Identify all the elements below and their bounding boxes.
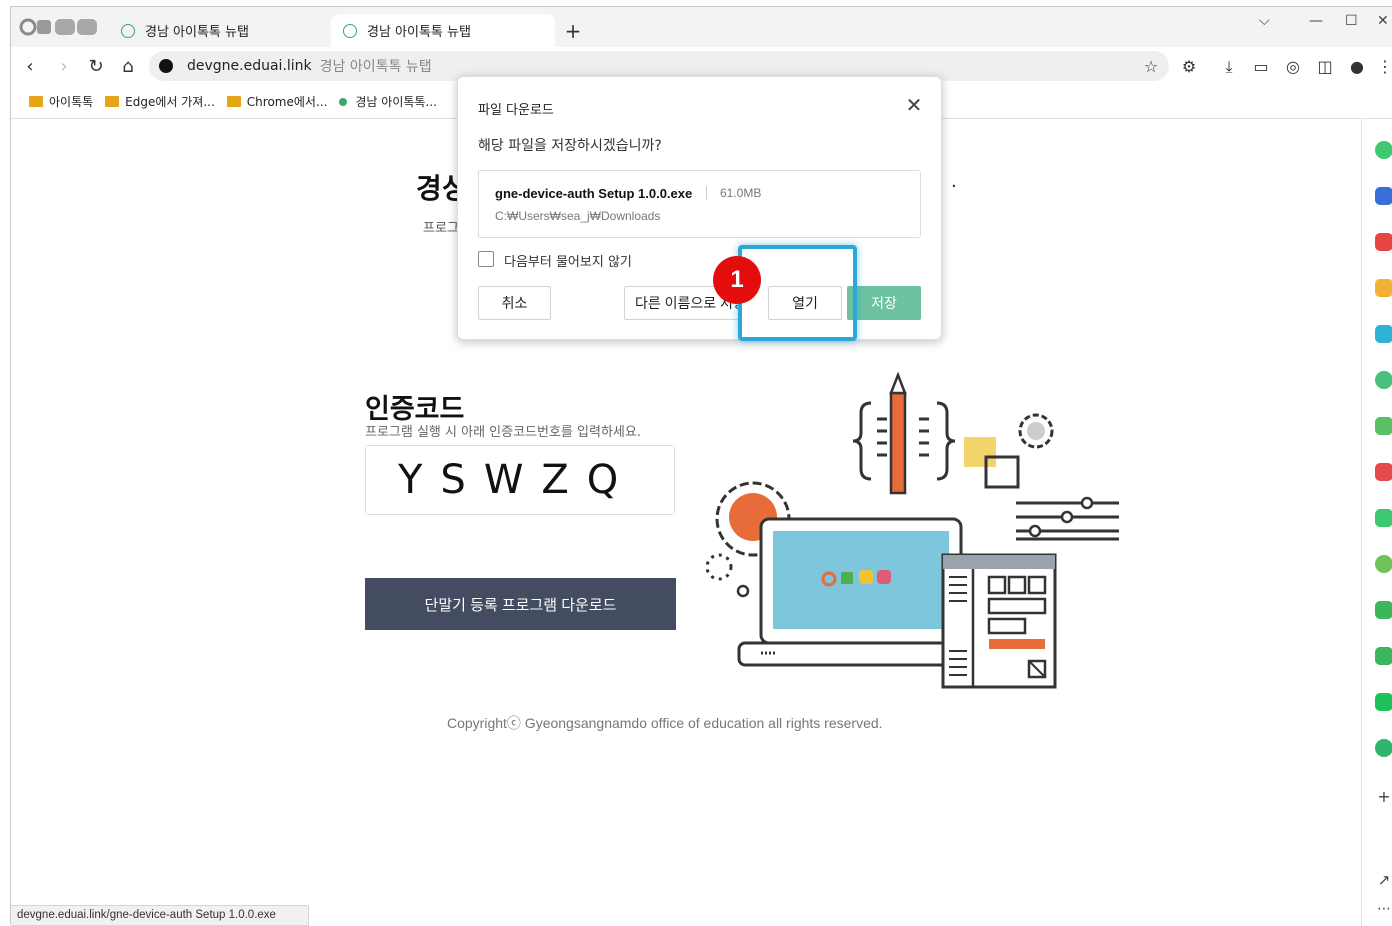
forward-icon[interactable]: › [53,56,75,77]
tab-label: 경남 아이톡톡 뉴탭 [367,25,471,40]
dialog-title: 파일 다운로드 [478,103,554,118]
folder-icon [29,96,43,107]
naver-icon[interactable] [1375,693,1392,711]
maximize-icon[interactable]: ☐ [1345,13,1358,29]
site-icon [121,23,135,38]
save-button[interactable]: 저장 [847,286,921,320]
copilot-icon[interactable] [1375,141,1392,159]
screenshot-icon[interactable]: ◎ [1283,57,1303,77]
play-app-icon[interactable] [1375,371,1392,389]
more-menu-icon[interactable]: ⋮ [1375,57,1392,77]
tab-strip: 경남 아이톡톡 뉴탭 경남 아이톡톡 뉴탭 + ⌵ — ☐ ✕ [11,7,1392,47]
dont-ask-label[interactable]: 다음부터 물어보지 않기 [504,251,632,270]
collections-icon[interactable]: ▭ [1251,57,1271,77]
bookmark-gne-newtab[interactable]: 경남 아이톡톡... [339,93,437,110]
bookmark-label: Chrome에서... [246,95,328,109]
green-app-icon[interactable] [1375,509,1392,527]
new-tab-button[interactable]: + [563,19,583,43]
bookmark-label: Edge에서 가져... [125,95,215,109]
auth-code-display: YSWZQ [365,445,675,515]
site-icon [343,23,357,38]
cafe-icon[interactable] [1375,647,1392,665]
edge-sidebar: + ↗ ⋯ [1361,119,1392,926]
star-app-icon[interactable] [1375,279,1392,297]
band-icon[interactable] [1375,555,1392,573]
bookmark-label: 아이톡톡 [49,95,94,109]
map-pin-icon[interactable] [1375,739,1392,757]
file-info-divider [706,186,707,200]
tab-newtab-1[interactable]: 경남 아이톡톡 뉴탭 [109,14,329,47]
bookmark-folder-edge[interactable]: Edge에서 가져... [105,93,215,110]
site-icon [339,97,348,106]
tab-search-icon[interactable]: ⌵ [1259,13,1270,29]
status-bar-url: devgne.eduai.link/gne-device-auth Setup … [11,905,309,926]
minimize-icon[interactable]: — [1309,13,1323,29]
file-path: C:₩Users₩sea_j₩Downloads [495,209,661,223]
laptop-illustration [705,371,1119,689]
briefcase-icon[interactable] [1375,187,1392,205]
close-window-icon[interactable]: ✕ [1377,13,1389,29]
file-size: 61.0MB [720,186,762,200]
folder-icon [226,96,241,107]
copyright-text: Copyrightⓒ Gyeongsangnamdo office of edu… [447,715,883,731]
add-icon[interactable]: + [1375,787,1392,806]
home-icon[interactable]: ⌂ [117,56,139,77]
dialog-question: 해당 파일을 저장하시겠습니까? [478,138,662,154]
tab-label: 경남 아이톡톡 뉴탭 [145,25,249,40]
split-screen-icon[interactable]: ◫ [1315,57,1335,77]
file-name: gne-device-auth Setup 1.0.0.exe [495,186,693,201]
webtoon-icon[interactable] [1375,417,1392,435]
pocket-icon[interactable] [1375,233,1392,251]
external-link-icon[interactable]: ↗ [1375,871,1392,889]
download-program-button[interactable]: 단말기 등록 프로그램 다운로드 [365,578,676,630]
page-subtitle: 프로그 [423,221,459,236]
close-icon[interactable]: ✕ [904,93,924,117]
step-badge: 1 [713,256,761,304]
itoktok-logo-icon[interactable] [19,16,101,38]
profile-avatar-icon[interactable]: ● [1347,57,1367,77]
folder-icon [105,96,120,107]
address-host: devgne.eduai.link [187,58,312,74]
download-icon[interactable]: ⤓ [1219,57,1239,77]
site-info-icon[interactable] [159,59,173,73]
back-icon[interactable]: ‹ [19,56,41,77]
now-icon[interactable] [1375,463,1392,481]
sidebar-more-icon[interactable]: ⋯ [1375,901,1392,919]
dont-ask-checkbox[interactable] [478,251,494,267]
file-download-dialog: 파일 다운로드 ✕ 해당 파일을 저장하시겠습니까? gne-device-au… [457,76,942,340]
chat-app-icon[interactable] [1375,325,1392,343]
tab-newtab-2[interactable]: 경남 아이톡톡 뉴탭 [331,14,555,47]
extensions-icon[interactable]: ⚙ [1179,57,1199,77]
reload-icon[interactable]: ↻ [85,56,107,77]
file-info-box: gne-device-auth Setup 1.0.0.exe 61.0MB C… [478,170,921,238]
auth-code-description: 프로그램 실행 시 아래 인증코드번호를 입력하세요. [365,425,641,440]
favorite-star-icon[interactable]: ☆ [1141,57,1161,77]
blog-icon[interactable] [1375,601,1392,619]
cancel-button[interactable]: 취소 [478,286,551,320]
page-title-end: . [951,171,957,192]
bookmark-folder-chrome[interactable]: Chrome에서... [226,93,328,110]
address-page-title: 경남 아이톡톡 뉴탭 [319,59,432,75]
bookmark-folder-itoktok[interactable]: 아이톡톡 [29,93,93,110]
bookmark-label: 경남 아이톡톡... [355,95,437,109]
